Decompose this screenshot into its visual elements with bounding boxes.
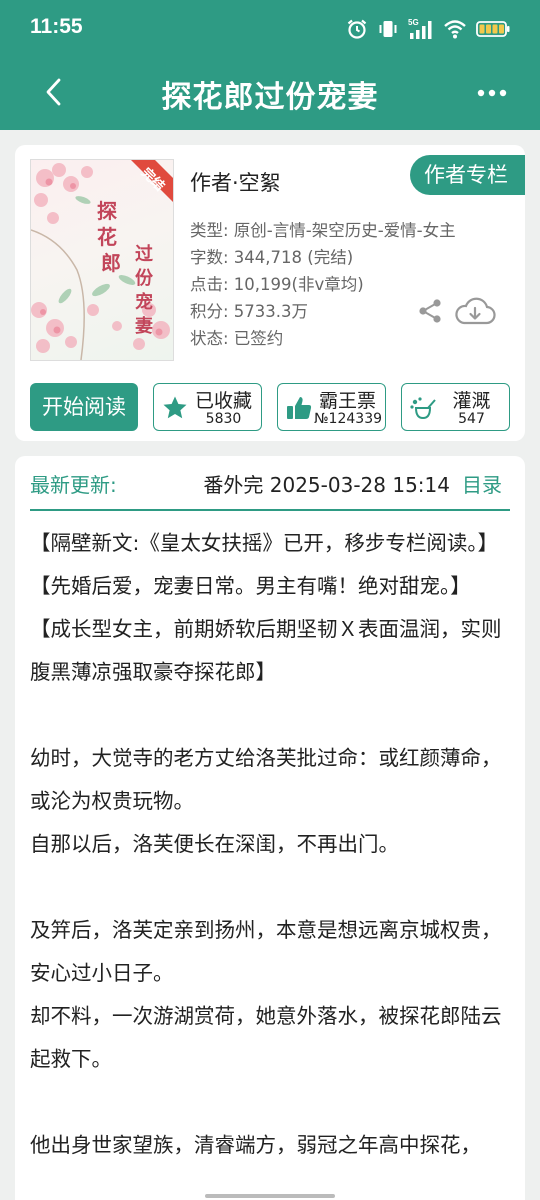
network-type-label: 5G: [408, 18, 419, 27]
status-time: 11:55: [30, 15, 83, 38]
back-button[interactable]: [30, 68, 78, 116]
book-info-card: 探 花 郎 过 份 宠 妻 完结 作者·空絮 作者专栏 类型: 原创-言情-架空…: [15, 145, 525, 441]
status-bar: 11:55 5G: [0, 0, 540, 58]
collect-count: 5830: [205, 411, 242, 427]
meta-word-count: 字数: 344,718 (完结): [190, 248, 354, 267]
meta-clicks: 点击: 10,199(非v章均): [190, 275, 364, 294]
book-meta-list: 类型: 原创-言情-架空历史-爱情-女主 字数: 344,718 (完结) 点击…: [190, 217, 510, 352]
cover-char: 宠: [135, 291, 153, 313]
back-arrow-icon: [46, 78, 61, 106]
home-indicator[interactable]: [205, 1194, 335, 1198]
latest-update-marquee: 番外完 2025-03-28 15:14: [150, 469, 450, 499]
book-intro: 【隔壁新文:《皇太女扶摇》已开，移步专栏阅读。】 【先婚后爱，宠妻日常。男主有嘴…: [30, 522, 515, 1167]
page-title: 探花郎过份宠妻: [161, 80, 379, 115]
vibrate-icon: [379, 21, 397, 37]
meta-status: 状态: 已签约: [190, 329, 284, 348]
intro-paragraph: [30, 1081, 515, 1124]
cover-char: 探: [97, 199, 117, 223]
ticket-label: 霸王票: [318, 390, 376, 412]
intro-paragraph: 幼时，大觉寺的老方丈给洛芙批过命：或红颜薄命，或沦为权贵玩物。: [30, 746, 502, 813]
collect-button[interactable]: 已收藏 5830: [153, 383, 262, 431]
download-cloud-icon[interactable]: [454, 297, 496, 327]
cover-char: 花: [97, 225, 117, 249]
more-button[interactable]: [468, 70, 516, 116]
ticket-button[interactable]: 霸王票 №124339: [277, 383, 386, 431]
nav-bar: 探花郎过份宠妻: [0, 58, 540, 130]
catalog-link[interactable]: 目录: [462, 469, 502, 498]
cover-char: 份: [135, 267, 154, 289]
book-cover[interactable]: 探 花 郎 过 份 宠 妻 完结: [30, 159, 174, 361]
irrigate-count: 547: [458, 411, 485, 427]
irrigate-label: 灌溉: [452, 390, 491, 412]
intro-paragraph: [30, 694, 515, 737]
author-column-button[interactable]: 作者专栏: [410, 155, 525, 195]
more-dots-icon: [477, 89, 507, 97]
cover-char: 过: [135, 243, 153, 265]
ticket-count: №124339: [314, 411, 383, 427]
alarm-icon: [347, 19, 367, 39]
share-icon[interactable]: [417, 298, 443, 324]
signal-icon: 5G: [408, 18, 432, 39]
intro-paragraph: 自那以后，洛芙便长在深闺，不再出门。: [30, 832, 399, 856]
intro-paragraph: 【成长型女主，前期娇软后期坚韧Ｘ表面温润，实则腹黑薄凉强取豪夺探花郎】: [30, 617, 502, 684]
start-reading-button[interactable]: 开始阅读: [30, 383, 138, 431]
cover-char: 郎: [101, 251, 121, 275]
watering-can-icon: [410, 397, 436, 420]
intro-paragraph: 【先婚后爱，宠妻日常。男主有嘴！绝对甜宠。】: [30, 574, 471, 598]
app-header: 11:55 5G 探花郎过份宠妻: [0, 0, 540, 130]
collect-label: 已收藏: [194, 390, 252, 412]
star-icon: [163, 396, 187, 419]
status-icons: 5G: [346, 15, 510, 43]
latest-update-label: 最新更新:: [30, 473, 117, 497]
latest-update-value: 番外完 2025-03-28 15:14: [203, 473, 450, 497]
latest-update-bar[interactable]: 最新更新: 番外完 2025-03-28 15:14 目录: [30, 456, 510, 511]
author-name[interactable]: 作者·空絮: [190, 167, 281, 197]
cover-char: 妻: [135, 316, 153, 337]
intro-paragraph: [30, 866, 515, 909]
intro-paragraph: 他出身世家望族，清睿端方，弱冠之年高中探花，: [30, 1133, 481, 1157]
thumbs-up-icon: [287, 397, 312, 419]
intro-paragraph: 及笄后，洛芙定亲到扬州，本意是想远离京城权贵，安心过小日子。: [30, 918, 502, 985]
intro-card: 最新更新: 番外完 2025-03-28 15:14 目录 【隔壁新文:《皇太女…: [15, 456, 525, 1200]
intro-paragraph: 却不料，一次游湖赏荷，她意外落水，被探花郎陆云起救下。: [30, 1004, 502, 1071]
intro-paragraph: 【隔壁新文:《皇太女扶摇》已开，移步专栏阅读。】: [30, 531, 499, 555]
wifi-icon: [444, 20, 466, 39]
irrigate-button[interactable]: 灌溉 547: [401, 383, 510, 431]
meta-genre: 类型: 原创-言情-架空历史-爱情-女主: [190, 221, 456, 240]
battery-icon: [476, 21, 510, 37]
